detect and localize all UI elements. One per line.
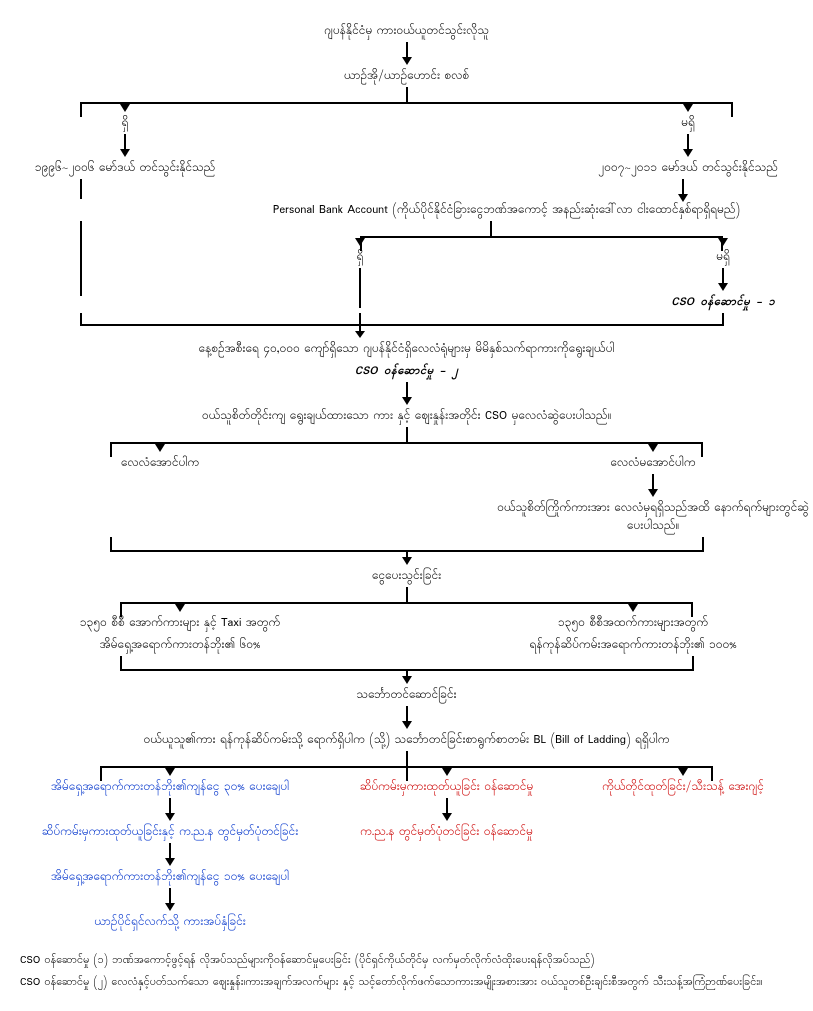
arrow bbox=[120, 104, 130, 112]
arrow bbox=[718, 238, 728, 246]
left-model: ၁၉၉၆~၂၀၀၆ မော်ဒယ် တင်သွင်းနိုင်သည် bbox=[30, 157, 221, 179]
arrow bbox=[683, 104, 693, 112]
cso-1: CSO ဝန်ဆောင်မှု - ၁ bbox=[666, 291, 780, 313]
arrow bbox=[648, 444, 658, 452]
footnote-1: CSO ဝန်ဆောင်မှု (၁) ဘဏ်အကောင့်ဖွင့်ရန် လ… bbox=[20, 953, 793, 970]
connector bbox=[124, 134, 126, 149]
merge-connector bbox=[20, 537, 793, 565]
buyer-choice: ဝယ်သူစိတ်တိုင်းကျ ရွေးချယ်ထားသော ကား နှင… bbox=[20, 405, 793, 427]
auction-fail: လေလံမအောင်ပါက bbox=[605, 452, 700, 474]
arrow bbox=[165, 858, 175, 866]
arrow bbox=[628, 604, 638, 612]
shipping: သင်္ဘောတင်ဆောင်ခြင်း bbox=[20, 684, 793, 706]
left-cc: ၁၃၅၀ စီစီ အောက်ကားများ နှင့် Taxi အတွက် bbox=[75, 612, 285, 634]
auction-success: လေလံအောင်ပါက bbox=[116, 452, 204, 474]
connector bbox=[446, 798, 448, 813]
connector bbox=[406, 42, 408, 57]
arrow bbox=[678, 194, 688, 202]
retry: ဝယ်သူစိတ်ကြိုက်ကားအား လေလံမှရရှိသည်အထိ န… bbox=[488, 497, 813, 537]
bank-account: Personal Bank Account (ကိုယ်ပိုင်နိုင်ငံ… bbox=[220, 199, 793, 221]
arrow bbox=[165, 768, 175, 776]
merge-connector bbox=[20, 656, 793, 684]
arrow bbox=[678, 768, 688, 776]
branch-no: မရှိ bbox=[676, 112, 700, 134]
arrival: ဝယ်ယူသူ၏ကား ရန်ကုန်ဆိပ်ကမ်းသို့ ရောက်ရှိ… bbox=[20, 729, 793, 751]
connector bbox=[722, 268, 724, 283]
blue-step-4: ယာဉ်ပိုင်ရှင်လက်သို့ ကားအပ်နှံခြင်း bbox=[89, 911, 251, 933]
arrow bbox=[683, 149, 693, 157]
title: ဂျပန်နိုင်ငံမှ ကားဝယ်ယူတင်သွင်းလိုသူ bbox=[20, 20, 793, 42]
footnote-2: CSO ဝန်ဆောင်မှု (၂) လေလံနှင့်ပတ်သက်သော ဈ… bbox=[20, 975, 793, 992]
connector bbox=[652, 474, 654, 489]
arrow bbox=[442, 813, 452, 821]
blue-step-2: ဆိပ်ကမ်းမှကားထုတ်ယူခြင်းနှင့် က.ည.န တွင်… bbox=[37, 821, 304, 843]
merge-connector bbox=[20, 313, 793, 338]
arrow bbox=[402, 397, 412, 405]
blue-step-1: အိမ်ရှေ့အရောက်ကားတန်ဘိုး၏ကျန်ငွေ ၃၀% ပေး… bbox=[46, 776, 294, 798]
blue-step-3: အိမ်ရှေ့အရောက်ကားတန်ဘိုး၏ကျန်ငွေ ၁၀% ပေး… bbox=[46, 866, 294, 888]
right-cc: ၁၃၅၀ စီစီအထက်ကားများအတွက် bbox=[553, 612, 713, 634]
step-owner: ယာဉ်အို/ယာဉ်ဟောင်း စလစ် bbox=[20, 65, 793, 87]
arrow bbox=[120, 149, 130, 157]
cso-2: CSO ဝန်ဆောင်မှု - ၂ bbox=[20, 360, 793, 382]
branch-yes: ရှိ bbox=[117, 112, 134, 134]
connector bbox=[687, 134, 689, 149]
connector bbox=[169, 798, 171, 813]
auction-text: နေ့စဉ်အစီးရေ ၄၀,၀၀၀ ကျော်ရှိသော ဂျပန်နို… bbox=[20, 338, 793, 360]
connector bbox=[682, 179, 684, 194]
arrow bbox=[175, 604, 185, 612]
arrow bbox=[155, 444, 165, 452]
arrow bbox=[402, 721, 412, 729]
arrow bbox=[718, 283, 728, 291]
bank-no: မရှိ bbox=[711, 246, 735, 268]
red-step-1: ဆိပ်ကမ်းမှကားထုတ်ယူခြင်း ဝန်ဆောင်မှု bbox=[355, 776, 539, 798]
connector bbox=[169, 843, 171, 858]
payment: ငွေပေးသွင်းခြင်း bbox=[20, 565, 793, 587]
arrow bbox=[165, 903, 175, 911]
bank-yes: ရှိ bbox=[352, 246, 369, 268]
red-step-3: ကိုယ်တိုင်ထုတ်ခြင်း/သီးသန့် အေးဂျင့် bbox=[597, 776, 769, 798]
arrow bbox=[165, 813, 175, 821]
arrow bbox=[355, 238, 365, 246]
connector bbox=[80, 179, 82, 199]
connector bbox=[406, 706, 408, 721]
connector bbox=[80, 221, 82, 296]
right-model: ၂၀၀၇~၂၀၁၁ မော်ဒယ် တင်သွင်းနိုင်သည် bbox=[593, 157, 783, 179]
right-cc-bold: ရန်ကုန်ဆိပ်ကမ်းအရောက်ကားတန်ဘိုး၏ ၁၀၀% bbox=[524, 634, 741, 656]
connector bbox=[359, 268, 361, 308]
left-cc-bold: အိမ်ရှေ့အရောက်ကားတန်ဘိုး၏ ၆၀% bbox=[95, 634, 266, 656]
arrow bbox=[402, 57, 412, 65]
arrow bbox=[648, 489, 658, 497]
connector bbox=[169, 888, 171, 903]
connector bbox=[406, 382, 408, 397]
red-step-2: က.ည.န တွင်မှတ်ပုံတင်ခြင်း ဝန်ဆောင်မှု bbox=[355, 821, 538, 843]
arrow bbox=[442, 768, 452, 776]
